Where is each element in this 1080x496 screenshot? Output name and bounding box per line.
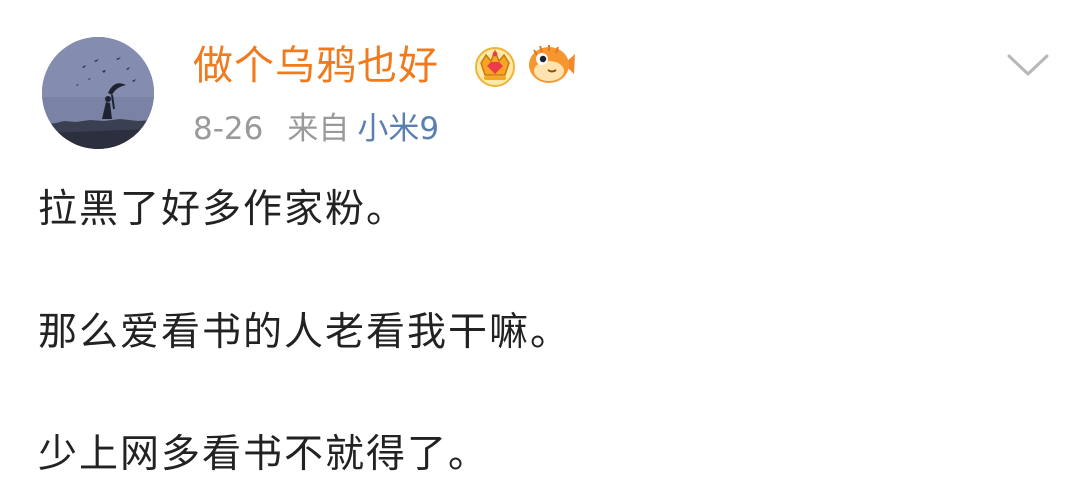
- weibo-post-card: 做个乌鸦也好 8-26 来自 小米9 拉黑了好多作家粉。 那么爱看书的人老看我干嘛。…: [0, 0, 1080, 496]
- avatar[interactable]: [42, 37, 154, 149]
- crown-badge-icon[interactable]: [472, 42, 518, 88]
- avatar-image: [42, 37, 154, 149]
- post-date: 8-26: [193, 111, 264, 147]
- post-meta: 8-26 来自 小米9: [193, 107, 439, 151]
- post-text-line: 那么爱看书的人老看我干嘛。: [38, 310, 572, 355]
- device-link[interactable]: 小米9: [357, 111, 439, 147]
- pufferfish-badge-icon[interactable]: [524, 40, 576, 88]
- author-name[interactable]: 做个乌鸦也好: [193, 38, 439, 94]
- source-label: 来自: [287, 111, 350, 147]
- chevron-down-icon[interactable]: [1005, 50, 1051, 80]
- post-text-line: 拉黑了好多作家粉。: [38, 187, 408, 232]
- post-text-line: 少上网多看书不就得了。: [38, 432, 490, 477]
